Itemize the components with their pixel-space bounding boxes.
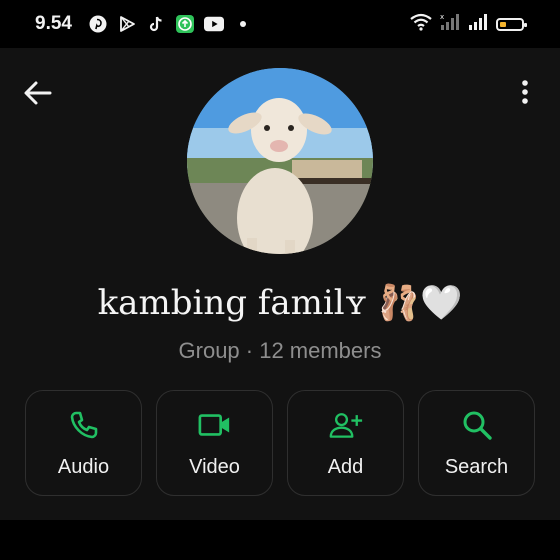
- play-store-icon: [117, 14, 137, 34]
- dot-icon: [233, 14, 253, 34]
- search-label: Search: [444, 455, 509, 478]
- video-label: Video: [189, 455, 240, 478]
- group-subtitle: Group · 12 members: [178, 338, 382, 363]
- status-app-icons: [88, 14, 253, 34]
- action-buttons: Audio Video Add Search: [25, 390, 535, 496]
- group-avatar[interactable]: [187, 68, 373, 254]
- youtube-icon: [204, 14, 224, 34]
- audio-label: Audio: [57, 455, 110, 478]
- status-bar: 9.54 x: [0, 0, 560, 48]
- search-button[interactable]: Search: [418, 390, 535, 496]
- status-time: 9.54: [35, 13, 72, 34]
- battery-icon: [496, 18, 527, 31]
- lamb-photo: [187, 68, 373, 254]
- bottom-strip: [0, 520, 560, 560]
- signal-icon: [468, 13, 488, 36]
- group-name: kambing familʏ 🩰🤍: [97, 283, 463, 323]
- wifi-icon: [410, 13, 432, 36]
- status-indicators: x: [410, 13, 527, 36]
- tiktok-icon: [146, 14, 166, 34]
- signal-icon: x: [440, 13, 460, 36]
- video-camera-icon: [198, 408, 232, 442]
- add-member-button[interactable]: Add: [287, 390, 404, 496]
- add-label: Add: [327, 455, 364, 478]
- add-person-icon: [329, 408, 363, 442]
- search-icon: [460, 408, 494, 442]
- pinterest-icon: [88, 14, 108, 34]
- svg-text:x: x: [440, 13, 444, 21]
- arrow-left-icon: [24, 81, 52, 105]
- more-options-button[interactable]: [514, 78, 536, 108]
- green-app-icon: [175, 14, 195, 34]
- phone-icon: [67, 408, 101, 442]
- audio-call-button[interactable]: Audio: [25, 390, 142, 496]
- more-vertical-icon: [522, 80, 528, 104]
- back-button[interactable]: [22, 79, 54, 107]
- video-call-button[interactable]: Video: [156, 390, 273, 496]
